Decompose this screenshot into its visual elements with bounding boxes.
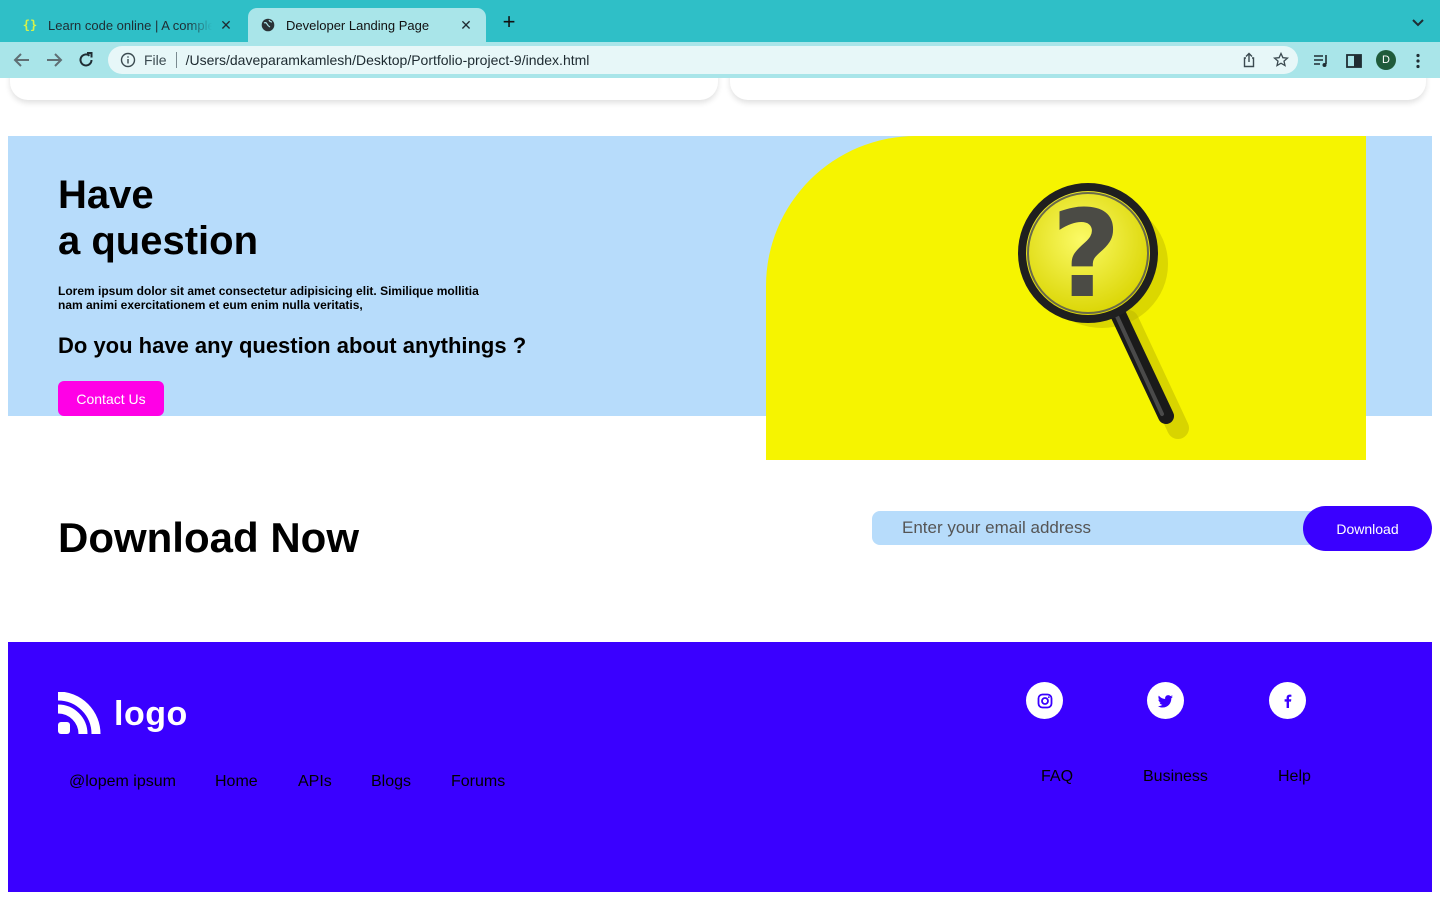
footer-nav-home[interactable]: Home (215, 773, 258, 791)
footer-logo[interactable]: logo (58, 692, 188, 736)
footer-link-business[interactable]: Business (1143, 768, 1208, 786)
footer-nav-blogs[interactable]: Blogs (371, 773, 411, 791)
info-icon[interactable] (120, 52, 136, 68)
close-icon[interactable]: ✕ (218, 17, 234, 33)
magnifying-glass-image: ? (766, 136, 1366, 460)
media-control-icon[interactable] (1312, 52, 1330, 70)
rss-logo-icon (58, 692, 101, 735)
question-title-line1: Have (58, 173, 154, 217)
twitter-icon[interactable] (1147, 682, 1184, 719)
question-description: Lorem ipsum dolor sit amet consectetur a… (58, 284, 479, 312)
email-input[interactable] (872, 511, 1332, 545)
footer-nav-forums[interactable]: Forums (451, 773, 505, 791)
question-title: Have a question (58, 172, 258, 264)
more-options-icon[interactable] (1409, 52, 1427, 70)
address-bar[interactable]: File /Users/daveparamkamlesh/Desktop/Por… (108, 46, 1298, 74)
close-icon[interactable]: ✕ (458, 17, 474, 33)
braces-icon: {} (22, 18, 38, 32)
svg-text:?: ? (1051, 186, 1121, 325)
question-title-line2: a question (58, 219, 259, 263)
profile-avatar[interactable]: D (1376, 50, 1396, 70)
forward-arrow-icon[interactable] (44, 50, 64, 70)
footer-nav-apis[interactable]: APIs (298, 773, 332, 791)
question-prompt: Do you have any question about anythings… (58, 333, 527, 358)
new-tab-button[interactable]: + (498, 11, 520, 34)
download-button[interactable]: Download (1303, 506, 1432, 551)
footer-link-faq[interactable]: FAQ (1041, 768, 1073, 786)
footer-link-help[interactable]: Help (1278, 768, 1311, 786)
card-right-bottom (730, 78, 1426, 100)
download-title-bold: Download (58, 514, 259, 561)
url-scheme-label: File (144, 52, 167, 68)
browser-tab-inactive[interactable]: {} Learn code online | A complete ✕ (10, 8, 246, 42)
browser-tab-active[interactable]: Developer Landing Page ✕ (248, 8, 486, 42)
download-title: Download Now (58, 514, 359, 562)
download-title-rest: Now (270, 514, 359, 561)
contact-us-button[interactable]: Contact Us (58, 381, 164, 416)
instagram-icon[interactable] (1026, 682, 1063, 719)
tab-title: Learn code online | A complete (48, 17, 212, 33)
footer: logo @lopem ipsum Home APIs Blogs Forums… (8, 642, 1432, 892)
facebook-icon[interactable] (1269, 682, 1306, 719)
footer-nav-lopem[interactable]: @lopem ipsum (69, 773, 176, 791)
address-divider (175, 52, 177, 68)
globe-icon (260, 17, 276, 33)
page-viewport: Have a question Lorem ipsum dolor sit am… (0, 78, 1440, 900)
url-text[interactable]: /Users/daveparamkamlesh/Desktop/Portfoli… (186, 52, 590, 68)
bookmark-star-icon[interactable] (1272, 51, 1290, 68)
side-panel-icon[interactable] (1345, 52, 1363, 70)
tab-title: Developer Landing Page (286, 17, 430, 33)
browser-tab-strip: {} Learn code online | A complete ✕ Deve… (0, 0, 1440, 42)
chevron-down-icon[interactable] (1410, 14, 1426, 30)
browser-toolbar: File /Users/daveparamkamlesh/Desktop/Por… (0, 42, 1440, 78)
back-arrow-icon[interactable] (12, 50, 32, 70)
card-left-bottom (10, 78, 718, 100)
reload-icon[interactable] (76, 50, 96, 70)
share-icon[interactable] (1241, 52, 1257, 68)
logo-text: logo (114, 694, 188, 733)
